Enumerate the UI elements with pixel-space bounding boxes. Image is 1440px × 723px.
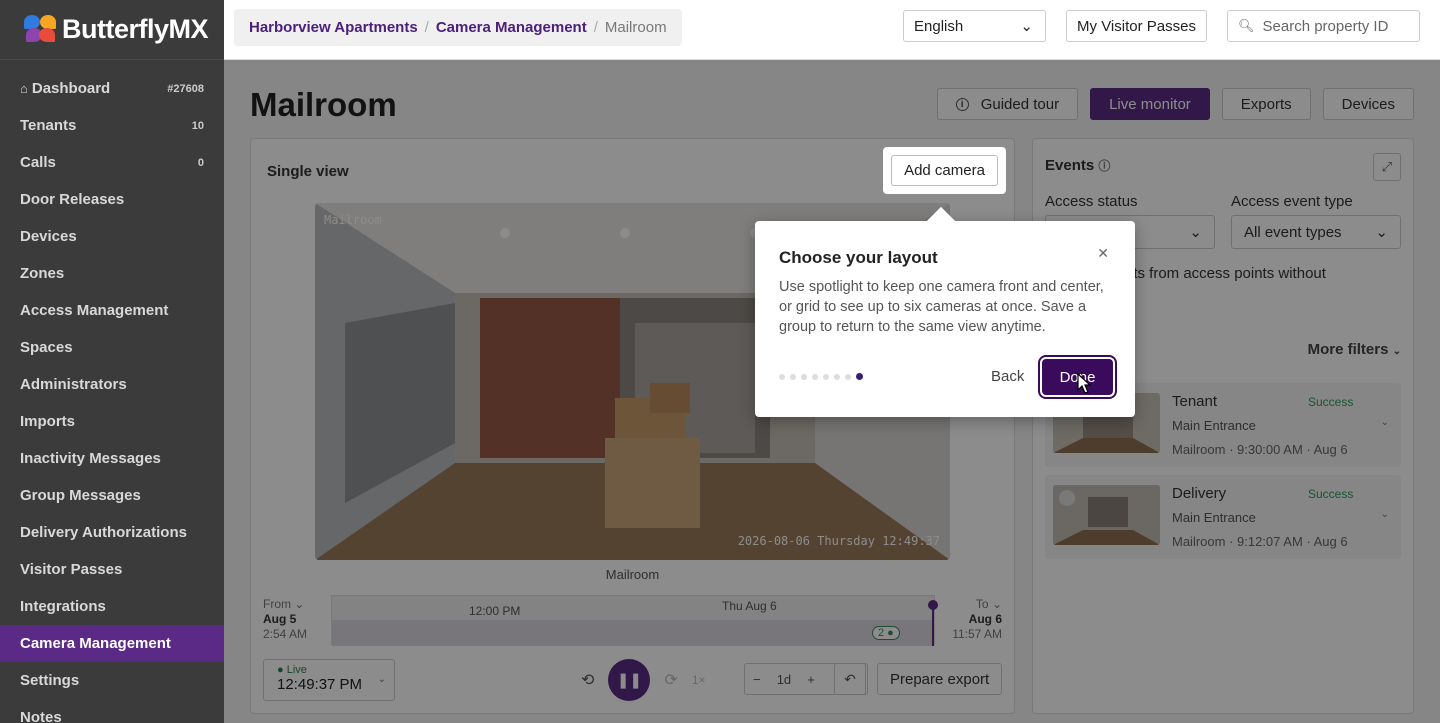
sidebar-item-label: Delivery Authorizations — [20, 524, 187, 541]
sidebar-item-inactivity-messages[interactable]: Inactivity Messages — [0, 440, 224, 477]
breadcrumb-property-link[interactable]: Harborview Apartments — [249, 19, 418, 36]
sidebar-item-tenants[interactable]: Tenants 10 — [0, 107, 224, 144]
search-icon: 🔍︎ — [1238, 18, 1255, 33]
back-button[interactable]: Back — [991, 368, 1024, 385]
sidebar-item-group-messages[interactable]: Group Messages — [0, 477, 224, 514]
home-icon: ⌂ — [20, 81, 28, 96]
breadcrumb-current: Mailroom — [604, 19, 667, 36]
sidebar-item-administrators[interactable]: Administrators — [0, 366, 224, 403]
step-indicator — [779, 373, 863, 380]
step-dot — [845, 373, 851, 380]
sidebar-item-integrations[interactable]: Integrations — [0, 588, 224, 625]
popover-title: Choose your layout — [779, 248, 938, 267]
sidebar-item-label: Administrators — [20, 376, 127, 393]
language-value: English — [914, 17, 964, 35]
search-input[interactable]: 🔍︎ Search property ID — [1227, 10, 1420, 42]
sidebar-item-label: Notes — [20, 709, 62, 723]
step-dot — [823, 373, 829, 380]
sidebar-item-label: Inactivity Messages — [20, 450, 161, 467]
sidebar-item-delivery-authorizations[interactable]: Delivery Authorizations — [0, 514, 224, 551]
language-select[interactable]: English ⌄ — [903, 10, 1046, 42]
my-visitor-passes-button[interactable]: My Visitor Passes — [1066, 10, 1207, 42]
step-dot — [812, 373, 818, 380]
breadcrumb-separator: / — [424, 19, 429, 36]
sidebar-item-label: Imports — [20, 413, 76, 430]
sidebar-item-calls[interactable]: Calls 0 — [0, 144, 224, 181]
popover-body: Use spotlight to keep one camera front a… — [779, 279, 1104, 335]
add-camera-button[interactable]: Add camera — [891, 155, 998, 186]
mouse-cursor-icon — [1077, 373, 1091, 394]
step-dot — [801, 373, 807, 380]
step-dot — [779, 373, 785, 380]
sidebar-item-label: Zones — [20, 265, 65, 282]
brand-name: ButterflyMX — [62, 14, 209, 44]
sidebar: ButterflyMX ⌂ Dashboard #27608 Tenants 10 C… — [0, 0, 224, 723]
step-dot-active — [856, 373, 863, 380]
sidebar-item-camera-management[interactable]: Camera Management — [0, 625, 224, 662]
sidebar-item-label: Devices — [20, 228, 77, 245]
breadcrumb-separator: / — [593, 19, 598, 36]
property-id-badge: #27608 — [167, 82, 204, 95]
sidebar-item-label: Calls — [20, 154, 56, 171]
sidebar-item-label: Spaces — [20, 339, 73, 356]
close-icon[interactable]: ✕ — [1097, 245, 1109, 262]
sidebar-item-spaces[interactable]: Spaces — [0, 329, 224, 366]
sidebar-item-settings[interactable]: Settings — [0, 662, 224, 699]
sidebar-item-label: Visitor Passes — [20, 561, 123, 578]
count-badge: 0 — [197, 156, 204, 169]
sidebar-item-label: Settings — [20, 672, 80, 689]
step-dot — [834, 373, 840, 380]
sidebar-nav: ⌂ Dashboard #27608 Tenants 10 Calls 0 Door R… — [0, 60, 224, 723]
breadcrumb-camera-management-link[interactable]: Camera Management — [436, 19, 587, 36]
sidebar-item-access-management[interactable]: Access Management — [0, 292, 224, 329]
sidebar-item-label: Door Releases — [20, 191, 125, 208]
sidebar-item-devices[interactable]: Devices — [0, 218, 224, 255]
sidebar-item-label: Group Messages — [20, 487, 141, 504]
sidebar-item-dashboard[interactable]: ⌂ Dashboard #27608 — [0, 70, 224, 107]
sidebar-item-door-releases[interactable]: Door Releases — [0, 181, 224, 218]
sidebar-item-label: Camera Management — [20, 635, 171, 652]
sidebar-item-label: Integrations — [20, 598, 106, 615]
breadcrumb: Harborview Apartments / Camera Managemen… — [234, 9, 682, 46]
sidebar-item-notes[interactable]: Notes — [0, 699, 224, 723]
brand-logo[interactable]: ButterflyMX — [0, 0, 224, 60]
count-badge: 10 — [191, 119, 204, 132]
sidebar-item-imports[interactable]: Imports — [0, 403, 224, 440]
sidebar-item-zones[interactable]: Zones — [0, 255, 224, 292]
sidebar-item-label: Dashboard — [31, 80, 111, 97]
sidebar-item-label: Access Management — [20, 302, 169, 319]
butterfly-logo-icon — [24, 14, 58, 45]
sidebar-item-visitor-passes[interactable]: Visitor Passes — [0, 551, 224, 588]
tour-spotlight: Add camera — [883, 147, 1006, 194]
search-placeholder: Search property ID — [1262, 17, 1389, 35]
chevron-down-icon: ⌄ — [1020, 18, 1033, 35]
top-header: Harborview Apartments / Camera Managemen… — [224, 0, 1440, 60]
sidebar-item-label: Tenants — [20, 117, 77, 134]
step-dot — [790, 373, 796, 380]
